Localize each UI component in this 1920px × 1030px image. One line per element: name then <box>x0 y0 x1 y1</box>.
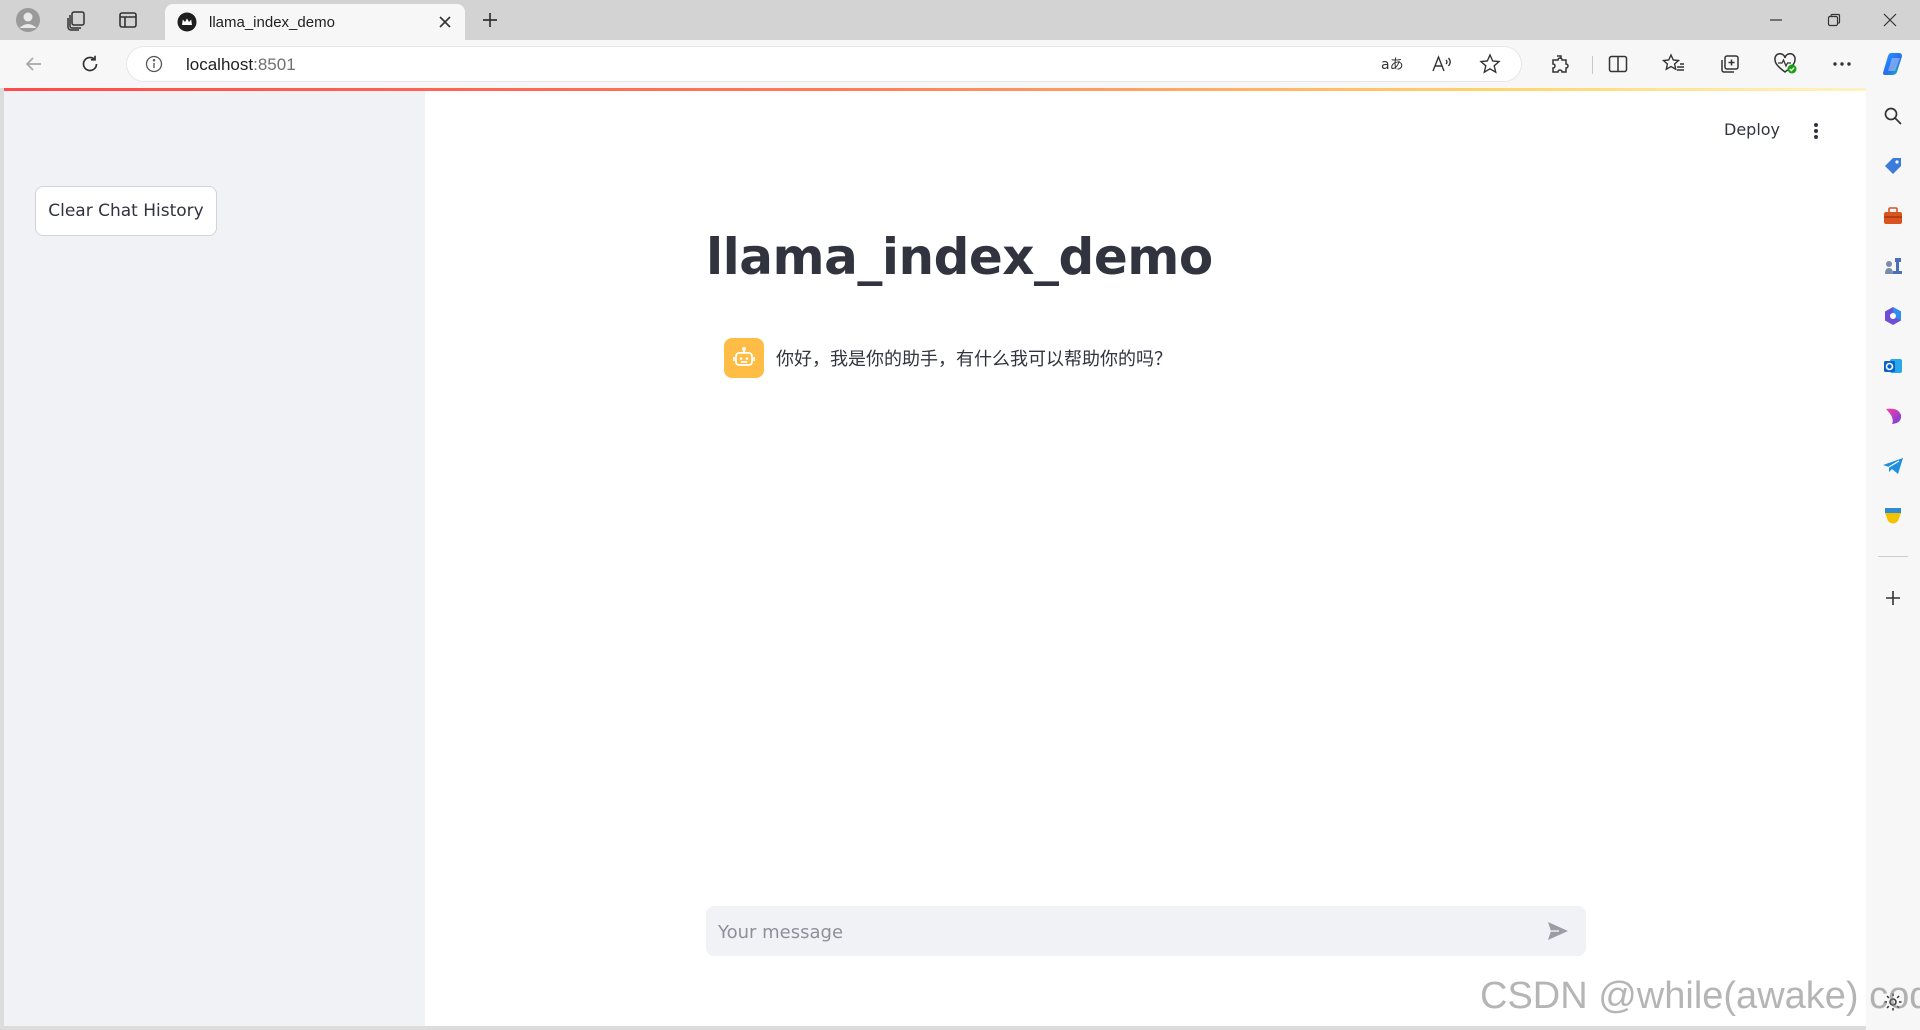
close-window-icon[interactable] <box>1866 0 1914 40</box>
chat-input-container <box>706 906 1586 958</box>
close-icon[interactable] <box>431 8 459 36</box>
collections-icon[interactable] <box>1712 48 1748 80</box>
chat-message-assistant: 你好，我是你的助手，有什么我可以帮助你的吗？ <box>724 338 1172 378</box>
profile-icon[interactable] <box>12 6 44 34</box>
favorite-star-icon[interactable] <box>1474 50 1506 78</box>
outlook-icon[interactable] <box>1877 350 1909 382</box>
favorites-icon[interactable] <box>1656 48 1692 80</box>
sidebar: Clear Chat History <box>4 88 425 1026</box>
url-text: localhost:8501 <box>186 55 296 75</box>
page-title: llama_index_demo <box>706 228 1213 286</box>
url-host: localhost <box>186 55 254 74</box>
main-menu-icon[interactable] <box>1804 118 1828 144</box>
telegram-icon[interactable] <box>1877 450 1909 482</box>
search-icon[interactable] <box>1877 100 1909 132</box>
refresh-icon[interactable] <box>72 48 108 80</box>
tab-actions-icon[interactable] <box>112 6 144 34</box>
extensions-icon[interactable] <box>1542 48 1578 80</box>
info-icon[interactable] <box>144 54 164 74</box>
drop-icon[interactable] <box>1877 500 1909 532</box>
games-icon[interactable] <box>1877 250 1909 282</box>
new-tab-plus-icon[interactable] <box>474 6 506 34</box>
browser-essentials-icon[interactable] <box>1768 48 1804 80</box>
copilot-icon[interactable] <box>1876 48 1912 80</box>
edge-divider <box>1878 556 1908 557</box>
tools-icon[interactable] <box>1877 200 1909 232</box>
svg-text:aあ: aあ <box>1381 57 1403 73</box>
more-icon[interactable] <box>1824 48 1860 80</box>
bot-avatar-icon <box>724 338 764 378</box>
deploy-button[interactable]: Deploy <box>1724 120 1780 139</box>
add-icon[interactable] <box>1877 582 1909 614</box>
browser-toolbar: localhost:8501 aあ <box>0 40 1920 88</box>
clear-chat-history-button[interactable]: Clear Chat History <box>35 186 217 236</box>
streamlit-crown-icon <box>177 12 197 32</box>
url-port: :8501 <box>253 55 296 74</box>
address-bar[interactable]: localhost:8501 aあ <box>126 46 1522 82</box>
edge-sidebar <box>1866 88 1920 1030</box>
translate-icon[interactable]: aあ <box>1376 50 1408 78</box>
minimize-icon[interactable] <box>1752 0 1800 40</box>
back-icon[interactable] <box>16 48 52 80</box>
designer-icon[interactable] <box>1877 400 1909 432</box>
microsoft365-icon[interactable] <box>1877 300 1909 332</box>
watermark-text: CSDN @while(awake) code <box>1480 975 1920 1017</box>
restore-icon[interactable] <box>1810 0 1858 40</box>
send-icon[interactable] <box>1544 918 1572 944</box>
tab-title: llama_index_demo <box>209 13 335 31</box>
collections-icon[interactable] <box>60 6 92 34</box>
shopping-tag-icon[interactable] <box>1877 150 1909 182</box>
page-viewport: Clear Chat History Deploy llama_index_de… <box>4 88 1866 1026</box>
chat-message-text: 你好，我是你的助手，有什么我可以帮助你的吗？ <box>776 349 1172 370</box>
read-aloud-icon[interactable] <box>1426 50 1458 78</box>
chat-message-input[interactable] <box>716 906 1520 958</box>
toolbar-divider <box>1592 56 1593 74</box>
active-tab[interactable]: llama_index_demo <box>165 4 465 40</box>
loading-gradient-bar <box>4 88 1866 91</box>
tab-strip: llama_index_demo <box>0 0 1920 40</box>
split-screen-icon[interactable] <box>1600 48 1636 80</box>
